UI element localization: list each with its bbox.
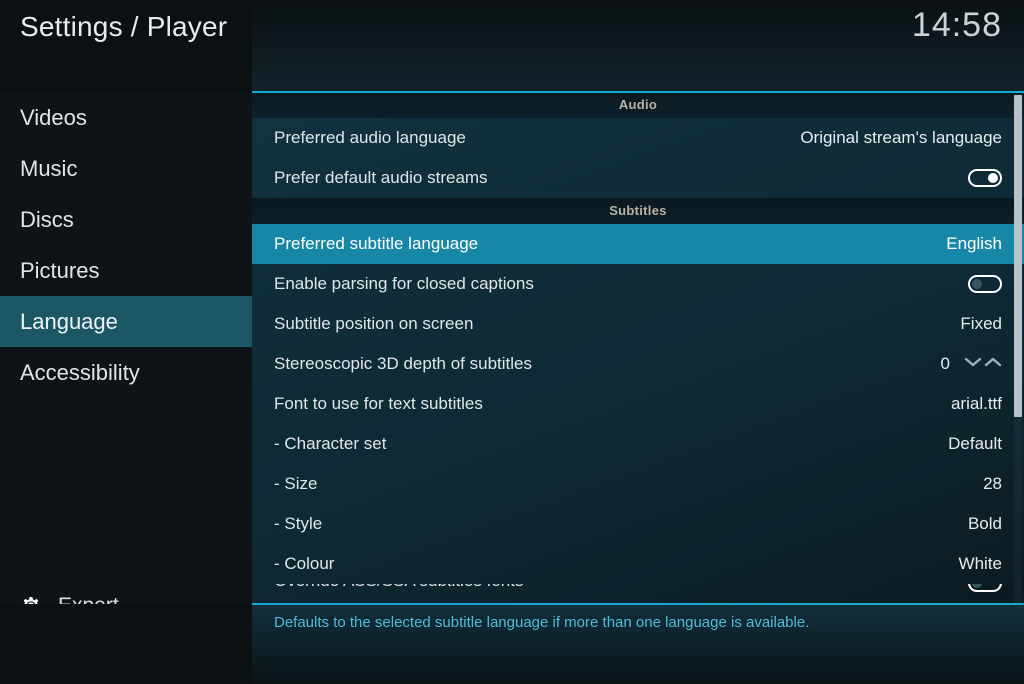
footer-left-filler xyxy=(0,604,252,684)
settings-list: Audio Preferred audio language Original … xyxy=(252,92,1024,604)
toggle-switch-prefer-default-audio-streams[interactable] xyxy=(968,169,1002,187)
setting-value: 28 xyxy=(983,474,1002,493)
chevron-down-icon[interactable] xyxy=(964,355,982,374)
description-panel: Defaults to the selected subtitle langua… xyxy=(252,604,1024,684)
setting-label: - Character set xyxy=(274,434,387,453)
chevron-up-icon[interactable] xyxy=(984,355,1002,374)
setting-value: Bold xyxy=(967,514,1002,533)
setting-label: - Colour xyxy=(274,554,335,573)
setting-label: - Size xyxy=(274,474,318,493)
sidebar-item-music[interactable]: Music xyxy=(0,143,252,194)
toggle-switch-override-ass-ssa-fonts[interactable] xyxy=(968,584,1002,592)
setting-value: White xyxy=(958,554,1002,573)
setting-value: Default xyxy=(948,434,1002,453)
setting-row-preferred-audio-language[interactable]: Preferred audio language Original stream… xyxy=(252,118,1024,158)
setting-label: Font to use for text subtitles xyxy=(274,394,483,413)
setting-row-subtitle-position-on-screen[interactable]: Subtitle position on screen Fixed xyxy=(252,304,1024,344)
sidebar-item-discs[interactable]: Discs xyxy=(0,194,252,245)
header-gradient-panel xyxy=(252,0,1024,92)
sidebar-item-pictures[interactable]: Pictures xyxy=(0,245,252,296)
sidebar-item-videos[interactable]: Videos xyxy=(0,92,252,143)
toggle-knob xyxy=(988,173,998,183)
description-text: Defaults to the selected subtitle langua… xyxy=(274,614,810,631)
setting-row-font-for-text-subtitles[interactable]: Font to use for text subtitles arial.ttf xyxy=(252,384,1024,424)
settings-list-scrollbar[interactable] xyxy=(1014,93,1022,603)
setting-row-stereoscopic-3d-depth[interactable]: Stereoscopic 3D depth of subtitles 0 xyxy=(252,344,1024,384)
spinner-arrows xyxy=(964,355,1002,374)
setting-row-size[interactable]: - Size 28 xyxy=(252,464,1024,504)
content-top-accent-line xyxy=(252,91,1024,93)
setting-label: Override ASS/SSA subtitles fonts xyxy=(274,584,523,591)
sidebar-item-label: Music xyxy=(20,156,78,181)
setting-value: arial.ttf xyxy=(950,394,1002,413)
category-sidebar: Videos Music Discs Pictures Language Acc… xyxy=(0,92,252,684)
setting-value: Original stream's language xyxy=(800,128,1002,147)
top-header-bar: Settings / Player 14:58 xyxy=(0,0,1024,92)
section-header-subtitles: Subtitles xyxy=(252,198,1024,224)
toggle-switch-enable-parsing-closed-captions[interactable] xyxy=(968,275,1002,293)
sidebar-item-language[interactable]: Language xyxy=(0,296,252,347)
toggle-knob xyxy=(972,279,982,289)
setting-label: Stereoscopic 3D depth of subtitles xyxy=(274,354,532,373)
setting-row-preferred-subtitle-language[interactable]: Preferred subtitle language English xyxy=(252,224,1024,264)
kodi-settings-window: Settings / Player 14:58 Videos Music Dis… xyxy=(0,0,1024,684)
setting-row-style[interactable]: - Style Bold xyxy=(252,504,1024,544)
sidebar-item-label: Pictures xyxy=(20,258,100,283)
setting-row-override-ass-ssa-fonts[interactable]: Override ASS/SSA subtitles fonts xyxy=(252,584,1024,598)
setting-label: Subtitle position on screen xyxy=(274,314,474,333)
sidebar-item-label: Videos xyxy=(20,105,87,130)
setting-label: Preferred audio language xyxy=(274,128,466,147)
setting-row-enable-parsing-closed-captions[interactable]: Enable parsing for closed captions xyxy=(252,264,1024,304)
setting-label: Preferred subtitle language xyxy=(274,234,479,253)
sidebar-item-label: Accessibility xyxy=(20,360,140,385)
setting-value: Fixed xyxy=(960,314,1002,333)
scrollbar-thumb[interactable] xyxy=(1014,95,1022,417)
toggle-knob xyxy=(972,584,982,588)
spinner-control-stereoscopic-depth[interactable]: 0 xyxy=(941,354,1002,374)
setting-row-character-set[interactable]: - Character set Default xyxy=(252,424,1024,464)
spinner-value: 0 xyxy=(940,354,950,373)
setting-label: Enable parsing for closed captions xyxy=(274,274,534,293)
setting-value: English xyxy=(946,234,1002,253)
setting-label: - Style xyxy=(274,514,323,533)
sidebar-item-label: Discs xyxy=(20,207,74,232)
setting-row-prefer-default-audio-streams[interactable]: Prefer default audio streams xyxy=(252,158,1024,198)
section-header-audio: Audio xyxy=(252,92,1024,118)
page-title: Settings / Player xyxy=(20,11,228,42)
setting-label: Prefer default audio streams xyxy=(274,168,488,187)
clock-label: 14:58 xyxy=(911,6,1002,44)
setting-row-colour[interactable]: - Colour White xyxy=(252,544,1024,584)
sidebar-item-label: Language xyxy=(20,309,118,334)
description-top-accent-line xyxy=(252,603,1024,605)
sidebar-item-accessibility[interactable]: Accessibility xyxy=(0,347,252,398)
